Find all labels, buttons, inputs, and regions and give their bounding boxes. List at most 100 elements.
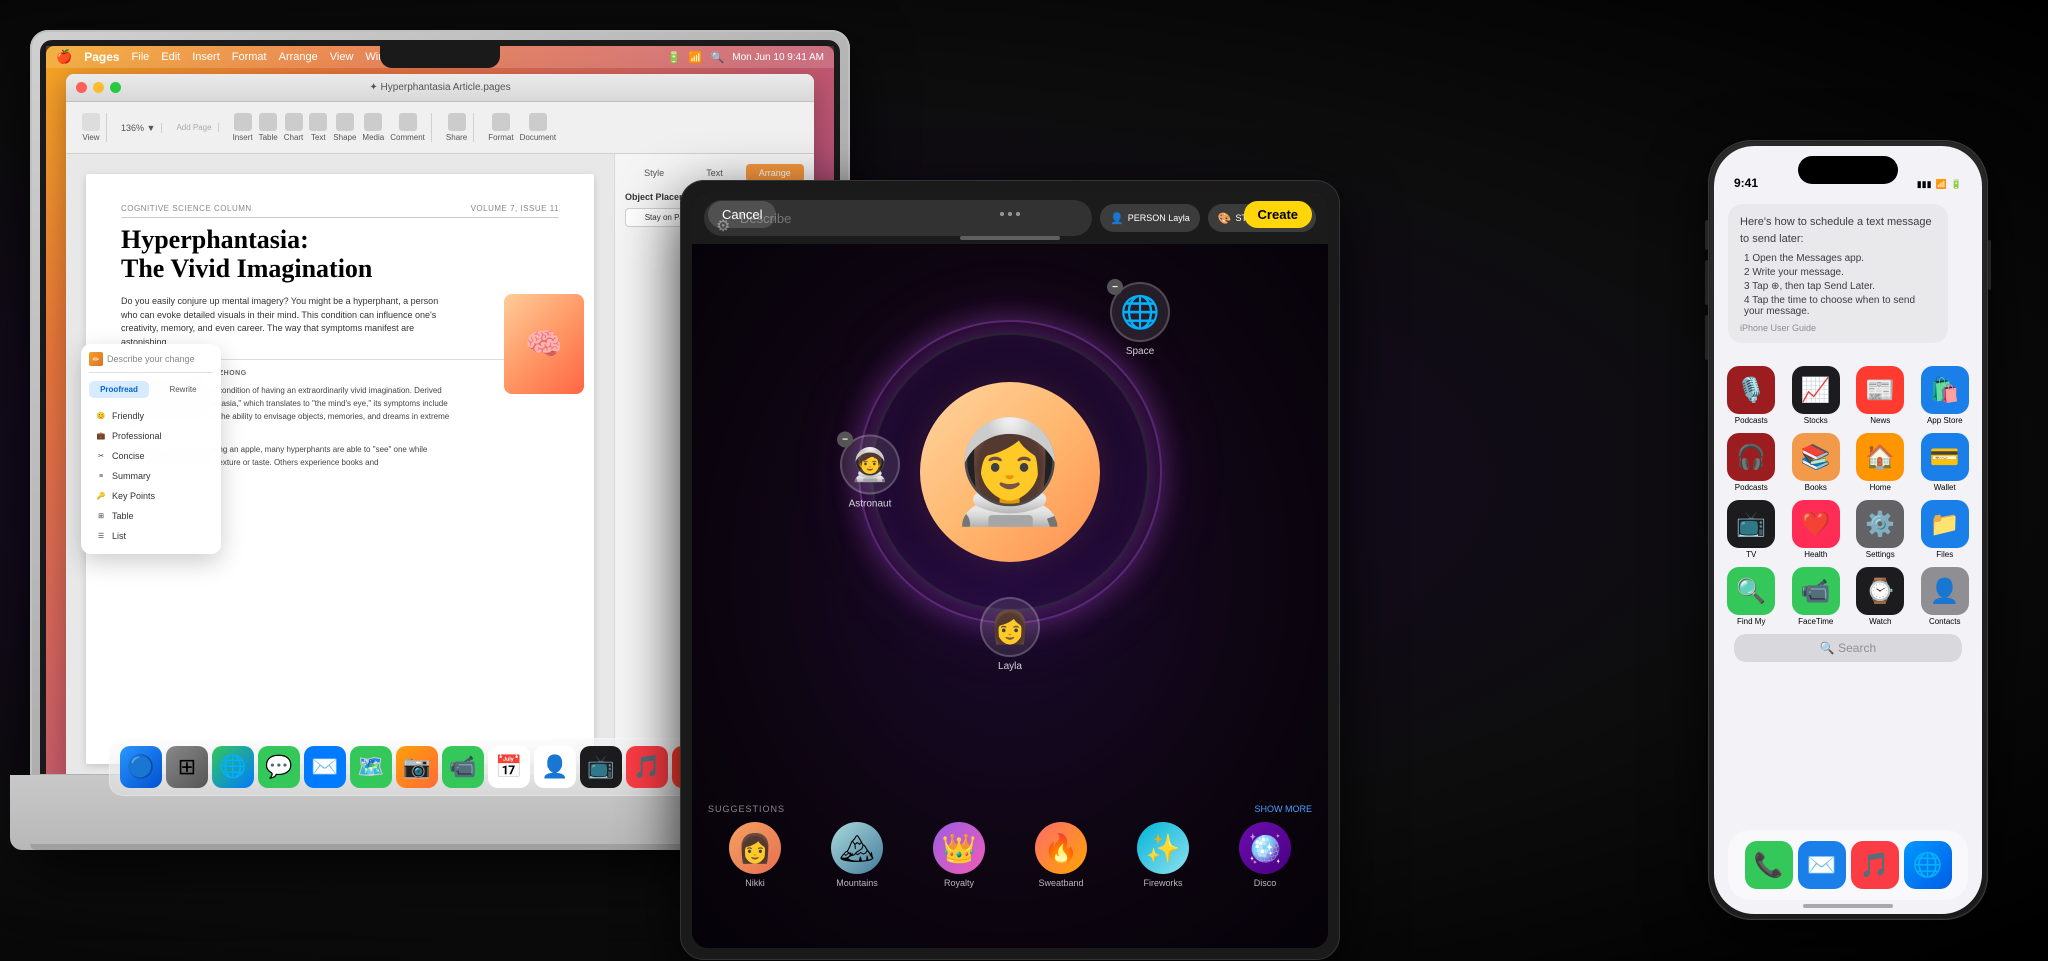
iphone-dock-music[interactable]: 🎵 (1851, 841, 1899, 889)
toolbar-document-btn[interactable]: Document (520, 113, 556, 142)
toolbar-insert-btn[interactable]: Insert (233, 113, 253, 142)
toolbar-share-btn[interactable]: Share (446, 113, 467, 142)
wt-tabs[interactable]: Proofread Rewrite (89, 381, 213, 398)
tv-icon[interactable]: 📺 (1727, 500, 1775, 548)
suggestion-fireworks[interactable]: ✨ Fireworks (1137, 822, 1189, 888)
iphone-app-home[interactable]: 🏠 Home (1853, 433, 1908, 492)
iphone-dock-safari[interactable]: 🌐 (1904, 841, 1952, 889)
ipad-cancel-button[interactable]: Cancel (708, 201, 776, 228)
suggestion-nikki[interactable]: 👩 Nikki (729, 822, 781, 888)
iphone-app-podcasts2[interactable]: 🎧 Podcasts (1724, 433, 1779, 492)
iphone-app-facetime[interactable]: 📹 FaceTime (1789, 567, 1844, 626)
menu-view[interactable]: View (330, 51, 354, 63)
iphone-app-tv[interactable]: 📺 TV (1724, 500, 1779, 559)
menu-edit[interactable]: Edit (161, 51, 180, 63)
settings-icon[interactable]: ⚙️ (1856, 500, 1904, 548)
toolbar-view-btn[interactable]: View (82, 113, 100, 142)
dock-maps[interactable]: 🗺️ (350, 746, 392, 788)
wt-item-friendly[interactable]: 😊 Friendly (89, 406, 213, 426)
zoom-button[interactable] (110, 82, 121, 93)
books-icon[interactable]: 📚 (1792, 433, 1840, 481)
emoji-face-center[interactable]: 👩‍🚀 (920, 382, 1100, 562)
news-icon[interactable]: 📰 (1856, 366, 1904, 414)
iphone-app-watch[interactable]: ⌚ Watch (1853, 567, 1908, 626)
dock-finder[interactable]: 🔵 (120, 746, 162, 788)
wt-item-list[interactable]: ☰ List (89, 526, 213, 546)
menu-file[interactable]: File (132, 51, 150, 63)
traffic-lights[interactable] (76, 82, 121, 93)
iphone-app-health[interactable]: ❤️ Health (1789, 500, 1844, 559)
emoji-space-item[interactable]: − 🌐 Space (1110, 282, 1170, 357)
dock-launchpad[interactable]: ⊞ (166, 746, 208, 788)
suggestion-disco[interactable]: 🪩 Disco (1239, 822, 1291, 888)
iphone-app-contacts[interactable]: 👤 Contacts (1918, 567, 1973, 626)
minimize-button[interactable] (93, 82, 104, 93)
menu-format[interactable]: Format (232, 51, 267, 63)
toolbar-chart-btn[interactable]: Chart (284, 113, 304, 142)
ipad-create-button[interactable]: Create (1244, 201, 1312, 228)
appstore-icon[interactable]: 🛍️ (1921, 366, 1969, 414)
suggestion-fireworks-bubble[interactable]: ✨ (1137, 822, 1189, 874)
iphone-dock-mail[interactable]: ✉️ (1798, 841, 1846, 889)
toolbar-format-btn[interactable]: Format (488, 113, 513, 142)
facetime-icon[interactable]: 📹 (1792, 567, 1840, 615)
podcasts-icon[interactable]: 🎙️ (1727, 366, 1775, 414)
suggestion-mountains-bubble[interactable]: 🏔 (831, 822, 883, 874)
suggestion-royalty[interactable]: 👑 Royalty (933, 822, 985, 888)
minus-badge-astronaut[interactable]: − (837, 432, 853, 448)
iphone-search-bar[interactable]: 🔍 Search (1734, 634, 1962, 662)
toolbar-comment-btn[interactable]: Comment (390, 113, 425, 142)
emoji-astronaut-bubble[interactable]: − 🧑‍🚀 (840, 435, 900, 495)
wt-tab-proofread[interactable]: Proofread (89, 381, 149, 398)
iphone-app-news[interactable]: 📰 News (1853, 366, 1908, 425)
iphone-app-files[interactable]: 📁 Files (1918, 500, 1973, 559)
dock-messages[interactable]: 💬 (258, 746, 300, 788)
suggestion-royalty-bubble[interactable]: 👑 (933, 822, 985, 874)
emoji-space-bubble[interactable]: − 🌐 (1110, 282, 1170, 342)
suggestion-sweatband-bubble[interactable]: 🔥 (1035, 822, 1087, 874)
suggestion-sweatband[interactable]: 🔥 Sweatband (1035, 822, 1087, 888)
dock-safari[interactable]: 🌐 (212, 746, 254, 788)
menu-insert[interactable]: Insert (192, 51, 220, 63)
dock-calendar[interactable]: 📅 (488, 746, 530, 788)
toolbar-add-page-btn[interactable]: Add Page (176, 123, 211, 132)
wt-item-concise[interactable]: ✂ Concise (89, 446, 213, 466)
toolbar-media-btn[interactable]: Media (362, 113, 384, 142)
podcasts2-icon[interactable]: 🎧 (1727, 433, 1775, 481)
dock-mail[interactable]: ✉️ (304, 746, 346, 788)
home-icon[interactable]: 🏠 (1856, 433, 1904, 481)
watch-icon[interactable]: ⌚ (1856, 567, 1904, 615)
dock-contacts[interactable]: 👤 (534, 746, 576, 788)
dock-appletv[interactable]: 📺 (580, 746, 622, 788)
menu-app[interactable]: Pages (84, 50, 119, 64)
iphone-dock-phone[interactable]: 📞 (1745, 841, 1793, 889)
emoji-layla-bubble[interactable]: 👩 (980, 597, 1040, 657)
files-icon[interactable]: 📁 (1921, 500, 1969, 548)
wt-item-table[interactable]: ⊞ Table (89, 506, 213, 526)
wallet-icon[interactable]: 💳 (1921, 433, 1969, 481)
minus-badge-space[interactable]: − (1107, 279, 1123, 295)
wt-item-summary[interactable]: ≡ Summary (89, 466, 213, 486)
emoji-astronaut-item[interactable]: − 🧑‍🚀 Astronaut (840, 435, 900, 510)
wt-item-keypoints[interactable]: 🔑 Key Points (89, 486, 213, 506)
emoji-layla-item[interactable]: 👩 Layla (980, 597, 1040, 672)
toolbar-text-btn[interactable]: Text (309, 113, 327, 142)
iphone-app-wallet[interactable]: 💳 Wallet (1918, 433, 1973, 492)
stocks-icon[interactable]: 📈 (1792, 366, 1840, 414)
iphone-app-books[interactable]: 📚 Books (1789, 433, 1844, 492)
dock-photos[interactable]: 📷 (396, 746, 438, 788)
search-menu-icon[interactable]: 🔍 (711, 51, 725, 64)
iphone-app-appstore[interactable]: 🛍️ App Store (1918, 366, 1973, 425)
toolbar-table-btn[interactable]: Table (259, 113, 278, 142)
close-button[interactable] (76, 82, 87, 93)
iphone-app-settings[interactable]: ⚙️ Settings (1853, 500, 1908, 559)
health-icon[interactable]: ❤️ (1792, 500, 1840, 548)
suggestion-disco-bubble[interactable]: 🪩 (1239, 822, 1291, 874)
iphone-power-button[interactable] (1988, 240, 1991, 290)
wt-tab-rewrite[interactable]: Rewrite (153, 381, 213, 398)
wt-item-professional[interactable]: 💼 Professional (89, 426, 213, 446)
contacts-icon[interactable]: 👤 (1921, 567, 1969, 615)
menu-arrange[interactable]: Arrange (279, 51, 318, 63)
toolbar-shape-btn[interactable]: Shape (333, 113, 356, 142)
toolbar-zoom-btn[interactable]: 136% ▼ (121, 123, 155, 133)
